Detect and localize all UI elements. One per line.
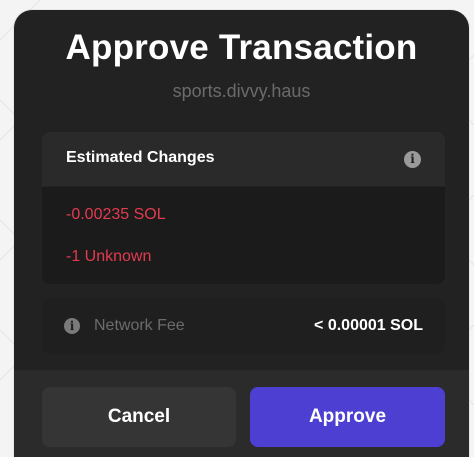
change-item-unknown: -1 Unknown (66, 248, 152, 265)
dialog-footer: Cancel Approve (14, 370, 469, 457)
change-item-sol: -0.00235 SOL (66, 206, 166, 223)
network-fee-card: i Network Fee < 0.00001 SOL (42, 298, 445, 354)
approve-transaction-dialog: Approve Transaction sports.divvy.haus Es… (14, 10, 469, 457)
estimated-changes-title: Estimated Changes (66, 149, 215, 166)
approve-button[interactable]: Approve (250, 387, 445, 447)
dialog-title: Approve Transaction (65, 28, 418, 67)
info-icon[interactable]: i (64, 318, 80, 334)
info-icon[interactable]: i (404, 151, 421, 168)
network-fee-label: Network Fee (94, 317, 185, 334)
cancel-button[interactable]: Cancel (42, 387, 236, 447)
origin-domain: sports.divvy.haus (172, 81, 311, 101)
network-fee-value: < 0.00001 SOL (314, 317, 423, 334)
estimated-changes-header: Estimated Changes i (42, 132, 445, 187)
estimated-changes-card: Estimated Changes i -0.00235 SOL -1 Unkn… (42, 132, 445, 284)
